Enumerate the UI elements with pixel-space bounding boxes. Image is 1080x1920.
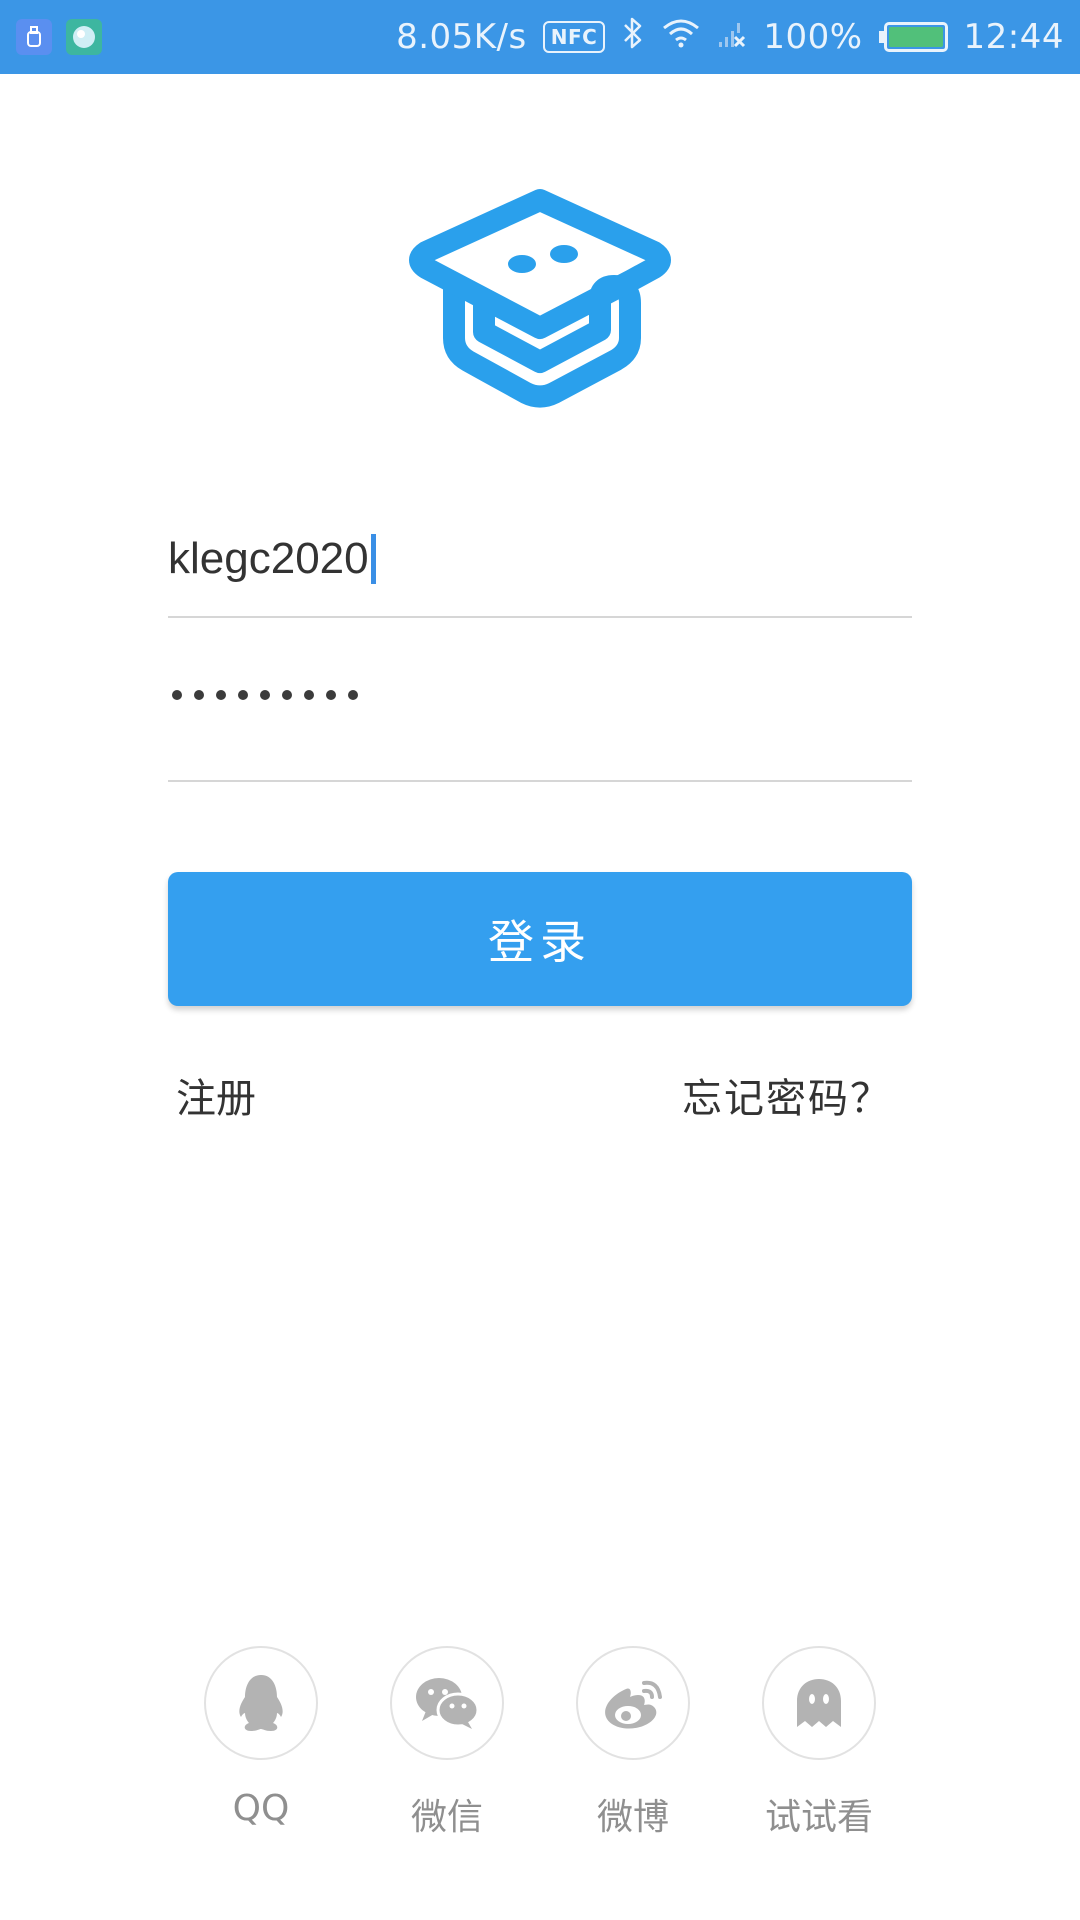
try-it-button[interactable]: 试试看 — [761, 1646, 877, 1840]
wifi-icon — [661, 17, 701, 58]
app-notification-icon — [66, 19, 102, 55]
bluetooth-icon — [621, 16, 645, 59]
app-logo-icon — [409, 189, 671, 408]
password-mask-dot — [194, 690, 204, 700]
weibo-label: 微博 — [596, 1797, 669, 1838]
weibo-icon — [605, 1680, 662, 1729]
password-mask-dot — [216, 690, 226, 700]
password-mask-dot — [282, 690, 292, 700]
ghost-icon — [797, 1679, 841, 1727]
login-button[interactable]: 登录 — [168, 872, 912, 1006]
qq-login-button[interactable]: QQ — [203, 1646, 319, 1829]
password-mask-dot — [172, 690, 182, 700]
try-it-label: 试试看 — [764, 1797, 873, 1838]
wechat-icon — [416, 1678, 480, 1729]
username-value: klegc2020 — [168, 534, 369, 583]
weibo-login-button[interactable]: 微博 — [575, 1646, 691, 1840]
battery-percent: 100% — [763, 17, 863, 57]
password-mask-dot — [238, 690, 248, 700]
password-field[interactable] — [168, 660, 912, 782]
password-mask — [172, 690, 358, 700]
password-mask-dot — [260, 690, 270, 700]
qq-label: QQ — [232, 1788, 290, 1829]
username-field[interactable]: klegc2020 — [168, 520, 912, 618]
text-caret — [370, 534, 376, 584]
forgot-password-link[interactable]: 忘记密码？ — [682, 1066, 892, 1124]
wechat-label: 微信 — [410, 1797, 483, 1838]
network-speed: 8.05K/s — [396, 17, 527, 57]
qq-penguin-icon — [239, 1675, 283, 1731]
signal-icon — [717, 17, 747, 57]
password-mask-dot — [348, 690, 358, 700]
status-bar: 8.05K/s NFC 100% 12:44 — [0, 0, 1080, 74]
password-mask-dot — [326, 690, 336, 700]
battery-icon — [878, 22, 948, 52]
notification-icons — [16, 19, 102, 55]
register-link[interactable]: 注册 — [176, 1066, 256, 1124]
password-mask-dot — [304, 690, 314, 700]
clock: 12:44 — [963, 17, 1064, 57]
usb-notification-icon — [16, 19, 52, 55]
nfc-icon: NFC — [542, 21, 606, 53]
wechat-login-button[interactable]: 微信 — [389, 1646, 505, 1840]
